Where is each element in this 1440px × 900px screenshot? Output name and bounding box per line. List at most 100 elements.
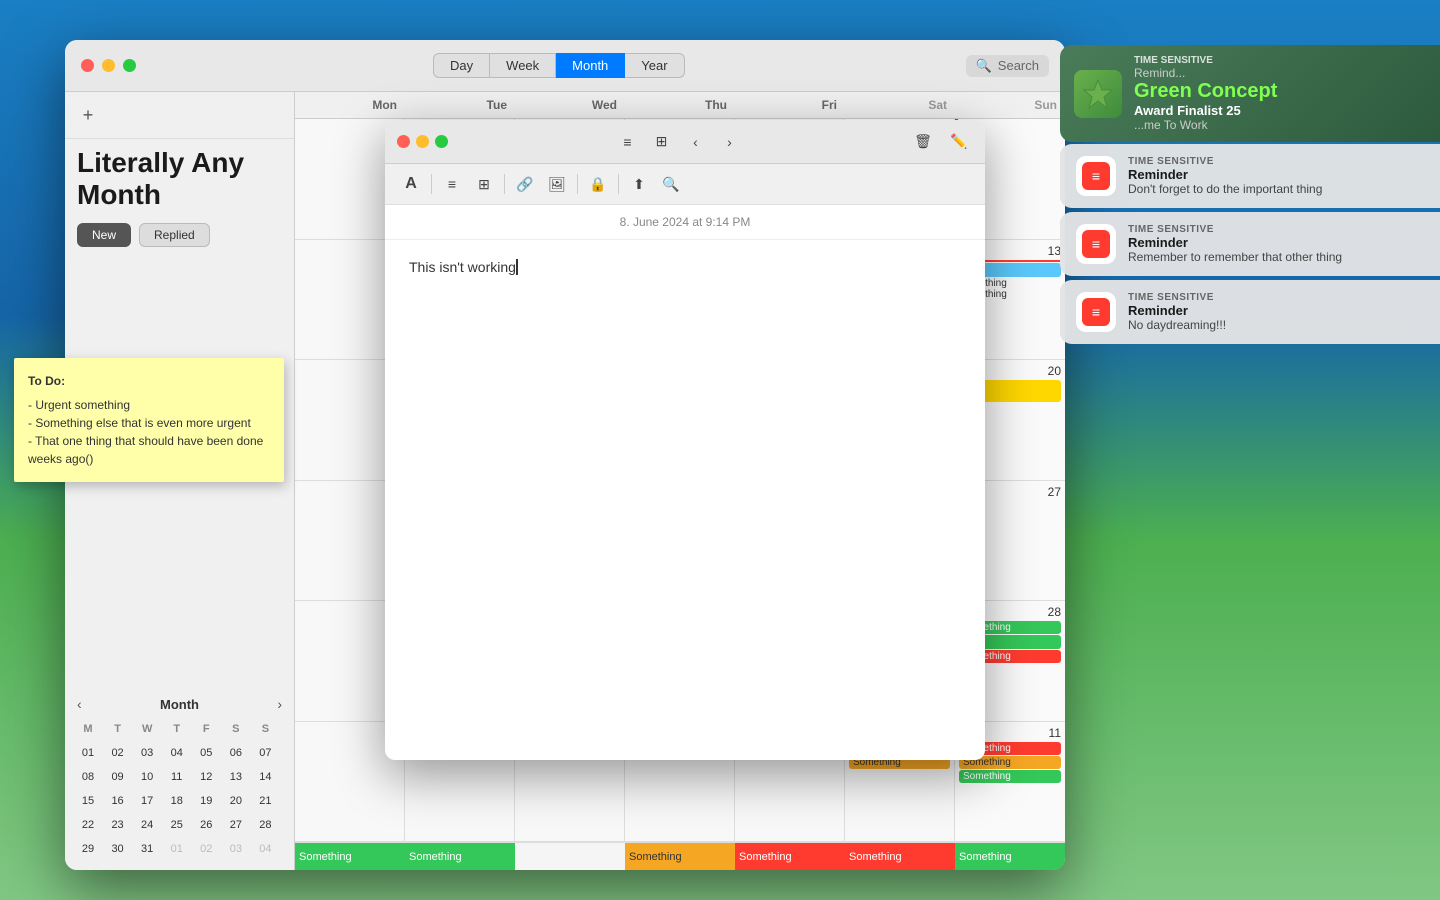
notes-minimize-button[interactable]	[416, 135, 429, 148]
traffic-lights	[81, 59, 136, 72]
notif-title-3: Reminder	[1128, 303, 1424, 318]
new-button[interactable]: New	[77, 223, 131, 247]
notes-formatting-toolbar: A ≡ ⊞ 🔗 🖼 🔒 ⬆ 🔍	[385, 164, 985, 205]
sticky-note: To Do: - Urgent something - Something el…	[14, 358, 284, 482]
calendar-titlebar: Day Week Month Year 🔍 Search	[65, 40, 1065, 92]
notes-share-button[interactable]: ⬆	[625, 170, 653, 198]
minimize-button[interactable]	[102, 59, 115, 72]
day-header-thu: Thu	[625, 92, 735, 118]
notes-grid-view-button[interactable]: ⊞	[648, 128, 676, 156]
notif-title-2: Reminder	[1128, 235, 1424, 250]
notes-timestamp: 8. June 2024 at 9:14 PM	[385, 205, 985, 240]
sticky-item-1: - Urgent something	[28, 396, 270, 414]
notes-window: ≡ ⊞ ‹ › 🗑 ✏️ A ≡ ⊞ 🔗 🖼 🔒 ⬆ 🔍 8. June 202…	[385, 120, 985, 760]
reminder-icon-1: ≡	[1076, 156, 1116, 196]
mini-month-label: Month	[160, 697, 199, 712]
sticky-title: To Do:	[28, 372, 270, 390]
notif-body-3: No daydreaming!!!	[1128, 318, 1424, 332]
bottom-event[interactable]: Something	[955, 843, 1065, 870]
day-headers: Mon Tue Wed Thu Fri Sat Sun	[295, 92, 1065, 119]
notes-prev-button[interactable]: ‹	[682, 128, 710, 156]
day-header-fri: Fri	[735, 92, 845, 118]
replied-button[interactable]: Replied	[139, 223, 210, 247]
award-notification[interactable]: TIME SENSITIVE Remind... Green Concept A…	[1060, 45, 1440, 142]
time-sensitive-label-3: TIME SENSITIVE	[1128, 292, 1424, 303]
sidebar-top: +	[65, 92, 294, 139]
maximize-button[interactable]	[123, 59, 136, 72]
mini-cal-nav: ‹ Month ›	[77, 696, 282, 712]
award-name: Green Concept	[1134, 80, 1277, 103]
notification-3[interactable]: ≡ TIME SENSITIVE Reminder No daydreaming…	[1060, 280, 1440, 344]
award-detail1: Remind...	[1134, 66, 1277, 80]
view-selector: Day Week Month Year	[152, 53, 966, 78]
bottom-event[interactable]: Something	[735, 843, 845, 870]
notes-compose-button[interactable]: ✏️	[945, 128, 973, 156]
day-header-tue: Tue	[405, 92, 515, 118]
notes-search-button[interactable]: 🔍	[657, 170, 685, 198]
mini-calendar: ‹ Month › M T W T F S S 01 02 03 04 05	[65, 686, 294, 870]
notes-lock-button[interactable]: 🔒	[584, 170, 612, 198]
bottom-event	[515, 843, 625, 870]
day-view-button[interactable]: Day	[433, 53, 490, 78]
notes-next-button[interactable]: ›	[716, 128, 744, 156]
award-sub: Award Finalist 25	[1134, 103, 1277, 118]
notes-link-button[interactable]: 🔗	[511, 170, 539, 198]
separator	[504, 174, 505, 194]
mini-prev-button[interactable]: ‹	[77, 696, 82, 712]
sticky-item-2: - Something else that is even more urgen…	[28, 414, 270, 432]
add-event-button[interactable]: +	[77, 104, 99, 126]
day-header-sun: Sun	[955, 92, 1065, 118]
notes-maximize-button[interactable]	[435, 135, 448, 148]
notes-titlebar: ≡ ⊞ ‹ › 🗑 ✏️	[385, 120, 985, 164]
notes-list-view-button[interactable]: ≡	[614, 128, 642, 156]
year-view-button[interactable]: Year	[625, 53, 684, 78]
notification-2[interactable]: ≡ TIME SENSITIVE Reminder Remember to re…	[1060, 212, 1440, 276]
bottom-event[interactable]: Something	[845, 843, 955, 870]
day-header-mon: Mon	[295, 92, 405, 118]
notes-traffic-lights	[397, 135, 448, 148]
day-header-sat: Sat	[845, 92, 955, 118]
week-view-button[interactable]: Week	[490, 53, 556, 78]
notification-1[interactable]: ≡ TIME SENSITIVE Reminder Don't forget t…	[1060, 144, 1440, 208]
notes-text: This isn't working	[409, 259, 516, 275]
notes-font-button[interactable]: A	[397, 170, 425, 198]
bottom-event[interactable]: Something	[625, 843, 735, 870]
bottom-event[interactable]: Something	[405, 843, 515, 870]
close-button[interactable]	[81, 59, 94, 72]
notes-table-button[interactable]: ⊞	[470, 170, 498, 198]
sidebar-buttons: New Replied	[65, 215, 294, 255]
time-sensitive-label-2: TIME SENSITIVE	[1128, 224, 1424, 235]
time-sensitive-label-1: TIME SENSITIVE	[1128, 156, 1424, 167]
mini-next-button[interactable]: ›	[277, 696, 282, 712]
award-time-sensitive: TIME SENSITIVE	[1134, 55, 1277, 66]
notifications-panel: TIME SENSITIVE Remind... Green Concept A…	[1060, 45, 1440, 348]
notes-image-button[interactable]: 🖼	[543, 170, 571, 198]
reminder-icon-3: ≡	[1076, 292, 1116, 332]
award-text: TIME SENSITIVE Remind... Green Concept A…	[1134, 55, 1277, 132]
separator	[618, 174, 619, 194]
search-bar[interactable]: 🔍 Search	[966, 55, 1049, 77]
bottom-event[interactable]: Something	[295, 843, 405, 870]
calendar-title: Literally Any Month	[65, 139, 294, 215]
notif-body-2: Remember to remember that other thing	[1128, 250, 1424, 264]
separator	[431, 174, 432, 194]
notification-content-3: TIME SENSITIVE Reminder No daydreaming!!…	[1128, 292, 1424, 332]
notes-body[interactable]: This isn't working	[385, 240, 985, 760]
notes-list-button[interactable]: ≡	[438, 170, 466, 198]
sticky-item-3: - That one thing that should have been d…	[28, 432, 270, 468]
day-header-wed: Wed	[515, 92, 625, 118]
notes-delete-button[interactable]: 🗑	[909, 128, 937, 156]
separator	[577, 174, 578, 194]
notif-title-1: Reminder	[1128, 167, 1424, 182]
search-icon: 🔍	[976, 58, 992, 74]
search-placeholder: Search	[998, 58, 1039, 73]
notification-content-2: TIME SENSITIVE Reminder Remember to reme…	[1128, 224, 1424, 264]
notification-content-1: TIME SENSITIVE Reminder Don't forget to …	[1128, 156, 1424, 196]
notes-close-button[interactable]	[397, 135, 410, 148]
event-pill[interactable]: Something	[959, 770, 1061, 783]
month-view-button[interactable]: Month	[556, 53, 625, 78]
award-icon	[1074, 70, 1122, 118]
mini-cal-grid: M T W T F S S 01 02 03 04 05 06 07 08 09	[77, 718, 282, 860]
award-detail2: ...me To Work	[1134, 118, 1277, 132]
notif-body-1: Don't forget to do the important thing	[1128, 182, 1424, 196]
